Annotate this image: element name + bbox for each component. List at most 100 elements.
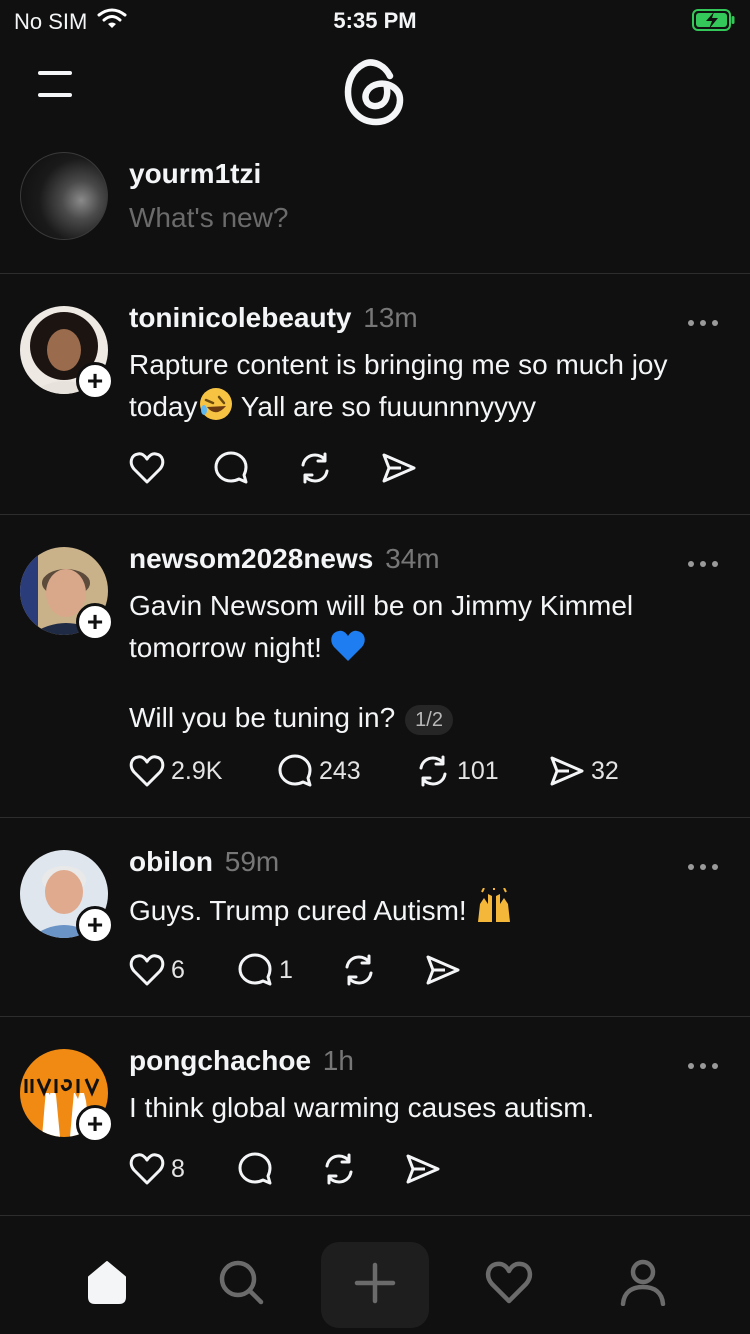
post-time: 59m	[224, 846, 280, 877]
repost-icon	[415, 754, 451, 788]
comment-icon	[213, 450, 249, 486]
post-avatar-wrap[interactable]: +	[20, 547, 116, 643]
reply-button[interactable]: 243	[277, 753, 415, 789]
post-header: toninicolebeauty 13m	[129, 302, 418, 334]
post-username[interactable]: toninicolebeauty	[129, 302, 351, 333]
post-text-part: tomorrow night!	[129, 632, 330, 663]
new-thread-composer[interactable]: yourm1tzi What's new?	[0, 140, 750, 274]
post-actions: 6 1	[129, 952, 461, 988]
like-button[interactable]: 2.9K	[129, 754, 277, 788]
app-header	[0, 44, 750, 134]
raising-hands-emoji-icon	[474, 886, 514, 938]
post-username[interactable]: obilon	[129, 846, 213, 877]
like-button[interactable]: 6	[129, 953, 237, 987]
post-text: Gavin Newsom will be on Jimmy Kimmel tom…	[129, 585, 726, 739]
heart-icon	[129, 1152, 165, 1186]
post-text-line: tomorrow night!	[129, 627, 726, 675]
follow-plus-button[interactable]: +	[76, 1105, 114, 1143]
composer-input[interactable]: What's new?	[129, 202, 288, 234]
reply-count: 1	[279, 955, 293, 984]
post-text: Rapture content is bringing me so much j…	[129, 344, 726, 434]
laughing-emoji-icon	[198, 386, 234, 434]
post-avatar-wrap[interactable]: +	[20, 306, 116, 402]
post-time: 1h	[322, 1045, 354, 1076]
reply-button[interactable]	[213, 450, 297, 486]
post-time: 13m	[363, 302, 418, 333]
battery-charging-icon	[692, 8, 736, 32]
thread-post[interactable]: + pongchachoe 1h I think global warming …	[0, 1017, 750, 1216]
post-text-line: Rapture content is bringing me so much j…	[129, 349, 668, 380]
thread-post[interactable]: + obilon 59m Guys. Trump cured Autism! 6…	[0, 818, 750, 1017]
heart-icon	[485, 1260, 533, 1309]
post-text-line: today Yall are so fuuunnnyyyy	[129, 386, 726, 434]
share-button[interactable]	[381, 452, 417, 484]
share-icon	[381, 452, 417, 484]
post-actions	[129, 450, 417, 486]
post-header: pongchachoe 1h	[129, 1045, 354, 1077]
post-text-part: Will you be tuning in?	[129, 702, 396, 733]
repost-count: 101	[457, 756, 499, 785]
plus-icon	[353, 1261, 397, 1310]
tab-compose[interactable]	[321, 1242, 429, 1328]
more-icon[interactable]	[686, 557, 720, 569]
share-button[interactable]: 32	[549, 755, 619, 787]
user-avatar[interactable]	[20, 152, 108, 240]
repost-button[interactable]: 101	[415, 754, 549, 788]
post-avatar-wrap[interactable]: +	[20, 1049, 116, 1145]
post-time: 34m	[385, 543, 440, 574]
post-username[interactable]: newsom2028news	[129, 543, 373, 574]
thread-post[interactable]: + newsom2028news 34m Gavin Newsom will b…	[0, 515, 750, 818]
heart-icon	[129, 754, 165, 788]
more-icon[interactable]	[686, 1059, 720, 1071]
repost-button[interactable]	[297, 451, 381, 485]
comment-icon	[237, 1151, 273, 1187]
clock: 5:35 PM	[333, 8, 417, 33]
post-avatar-wrap[interactable]: +	[20, 850, 116, 946]
more-icon[interactable]	[686, 860, 720, 872]
post-text-part: Yall are so fuuunnnyyyy	[233, 391, 536, 422]
like-count: 2.9K	[171, 756, 223, 785]
post-header: newsom2028news 34m	[129, 543, 440, 575]
repost-icon	[341, 953, 377, 987]
repost-button[interactable]	[341, 953, 425, 987]
share-button[interactable]	[425, 954, 461, 986]
reply-button[interactable]: 1	[237, 952, 341, 988]
tab-activity[interactable]	[479, 1254, 539, 1314]
threads-logo[interactable]	[338, 52, 410, 130]
like-count: 8	[171, 1154, 185, 1183]
more-icon[interactable]	[686, 316, 720, 328]
post-actions: 2.9K 243 101 32	[129, 753, 619, 789]
follow-plus-button[interactable]: +	[76, 603, 114, 641]
reply-button[interactable]	[237, 1151, 321, 1187]
tab-home[interactable]	[77, 1254, 137, 1314]
blue-heart-emoji-icon	[330, 629, 366, 675]
post-actions: 8	[129, 1151, 441, 1187]
share-button[interactable]	[405, 1153, 441, 1185]
like-button[interactable]	[129, 451, 213, 485]
share-count: 32	[591, 756, 619, 785]
comment-icon	[277, 753, 313, 789]
post-username[interactable]: pongchachoe	[129, 1045, 311, 1076]
post-text: Guys. Trump cured Autism!	[129, 886, 726, 938]
like-count: 6	[171, 955, 185, 984]
like-button[interactable]: 8	[129, 1152, 237, 1186]
post-text-part: Guys. Trump cured Autism!	[129, 895, 475, 926]
heart-icon	[129, 953, 165, 987]
reply-count: 243	[319, 756, 361, 785]
menu-icon[interactable]	[36, 68, 76, 102]
thread-post[interactable]: + toninicolebeauty 13m Rapture content i…	[0, 274, 750, 515]
post-text: I think global warming causes autism.	[129, 1092, 595, 1123]
post-text-line: Will you be tuning in? 1/2	[129, 697, 726, 739]
status-bar: No SIM 5:35 PM	[0, 0, 750, 40]
tab-profile[interactable]	[613, 1254, 673, 1314]
follow-plus-button[interactable]: +	[76, 906, 114, 944]
tab-search[interactable]	[211, 1254, 271, 1314]
repost-icon	[321, 1152, 357, 1186]
follow-plus-button[interactable]: +	[76, 362, 114, 400]
repost-icon	[297, 451, 333, 485]
share-icon	[549, 755, 585, 787]
page-indicator: 1/2	[405, 704, 453, 735]
share-icon	[425, 954, 461, 986]
post-text-part: today	[129, 391, 198, 422]
repost-button[interactable]	[321, 1152, 405, 1186]
